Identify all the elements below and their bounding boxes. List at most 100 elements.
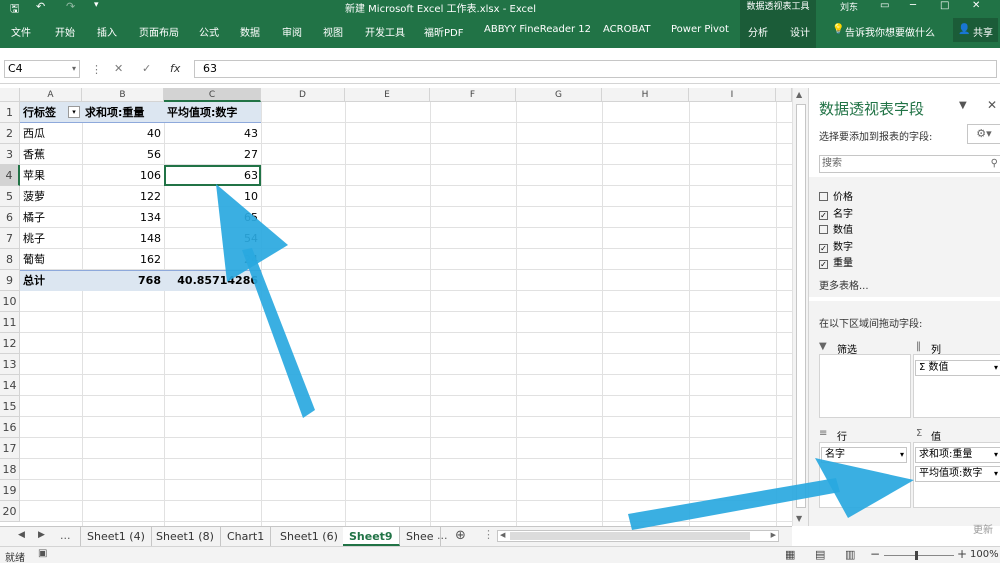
more-tables-link[interactable]: 更多表格... [819,277,869,292]
row-header[interactable]: 20 [0,501,20,522]
zoom-level[interactable]: 100% [970,549,999,560]
filter-drop-area[interactable] [819,354,911,418]
field-search-input[interactable]: 搜索 ⚲ [819,155,1000,173]
formula-input[interactable]: 63 [194,60,997,78]
pivot-row-label[interactable]: 葡萄 [23,249,81,270]
scroll-up-icon[interactable]: ▲ [796,90,802,99]
column-header-b[interactable]: B [82,88,164,102]
row-header[interactable]: 9 [0,270,20,291]
gear-icon[interactable]: ⚙▾ [967,124,1000,144]
checkbox-unchecked-icon[interactable] [819,225,828,234]
tab-design[interactable]: 设计 [790,24,810,39]
user-name[interactable]: 刘东 [840,0,858,13]
row-header[interactable]: 12 [0,333,20,354]
chevron-down-icon[interactable]: ▾ [900,448,904,462]
row-header[interactable]: 6 [0,207,20,228]
tab-developer[interactable]: 开发工具 [365,24,405,39]
field-item-price[interactable]: 价格 [819,188,853,203]
pivot-weight-cell[interactable]: 148 [82,228,164,249]
tab-insert[interactable]: 插入 [97,24,117,39]
pivot-row-labels-header[interactable]: 行标签 [23,102,71,123]
chevron-down-icon[interactable]: ▾ [994,361,998,375]
zoom-slider[interactable] [884,555,954,556]
row-header[interactable]: 13 [0,354,20,375]
checkbox-unchecked-icon[interactable] [819,192,828,201]
column-header-i[interactable]: I [689,88,776,102]
pivot-avg-number-header[interactable]: 平均值项:数字 [167,102,261,123]
ribbon-options-icon[interactable]: ▭ [880,0,889,11]
horizontal-scroll-thumb[interactable] [510,532,750,540]
zoom-in-icon[interactable]: + [957,547,967,561]
tab-data[interactable]: 数据 [240,24,260,39]
maximize-icon[interactable]: □ [940,0,949,11]
normal-view-icon[interactable]: ▦ [785,548,795,561]
more-sheets-left[interactable]: ... [60,529,71,542]
pane-close-icon[interactable]: ✕ [987,98,997,112]
horizontal-scrollbar[interactable]: ◀ ▶ [497,530,779,542]
row-header[interactable]: 18 [0,459,20,480]
pivot-avg-cell[interactable]: 43 [164,123,261,144]
zoom-slider-thumb[interactable] [915,551,918,560]
pivot-total-weight[interactable]: 768 [82,270,164,291]
tab-formulas[interactable]: 公式 [199,24,219,39]
cancel-icon[interactable]: ✕ [114,62,123,75]
checkbox-checked-icon[interactable]: ✓ [819,211,828,220]
pivot-weight-cell[interactable]: 40 [82,123,164,144]
pivot-avg-cell[interactable]: 54 [164,228,261,249]
sheet-tab-active[interactable]: Sheet9 [343,527,400,546]
pivot-avg-cell[interactable]: 24 [164,249,261,270]
scroll-sheets-right-icon[interactable]: ▶ [38,530,45,540]
tab-analyze[interactable]: 分析 [748,24,768,39]
sheet-tab[interactable]: Sheet1 (4) [80,527,152,546]
tab-abbyy[interactable]: ABBYY FineReader 12 [484,24,591,35]
vertical-scrollbar[interactable]: ▲ ▼ [792,88,808,526]
field-item-value[interactable]: 数值 [819,221,853,236]
tab-view[interactable]: 视图 [323,24,343,39]
scroll-thumb[interactable] [796,104,806,508]
column-header-c[interactable]: C [164,88,261,102]
filter-dropdown-icon[interactable]: ▾ [68,106,80,118]
redo-icon[interactable]: ↷ [66,0,75,13]
more-sheets-right[interactable]: ... [437,529,448,542]
close-icon[interactable]: ✕ [972,0,980,11]
field-item-number[interactable]: ✓ 数字 [819,238,853,253]
page-layout-view-icon[interactable]: ▤ [815,548,825,561]
pivot-weight-cell[interactable]: 162 [82,249,164,270]
select-all-corner[interactable] [0,88,20,102]
column-header-d[interactable]: D [261,88,345,102]
tab-page-layout[interactable]: 页面布局 [139,24,179,39]
chevron-down-icon[interactable]: ▾ [994,467,998,481]
pivot-sum-weight-header[interactable]: 求和项:重量 [85,102,164,123]
page-break-view-icon[interactable]: ▥ [845,548,855,561]
scroll-down-icon[interactable]: ▼ [796,514,802,523]
values-field-chip[interactable]: 平均值项:数字 ▾ [915,466,1000,482]
chevron-down-icon[interactable]: ▾ [72,61,76,77]
tab-home[interactable]: 开始 [55,24,75,39]
minimize-icon[interactable]: ─ [910,0,916,11]
undo-icon[interactable]: ↶ [36,0,45,13]
macro-record-icon[interactable]: ▣ [38,548,47,559]
row-header[interactable]: 4 [0,165,20,186]
pivot-avg-cell[interactable]: 65 [164,207,261,228]
row-header[interactable]: 3 [0,144,20,165]
column-header-j[interactable] [776,88,792,102]
column-header-g[interactable]: G [516,88,602,102]
pivot-row-label[interactable]: 菠萝 [23,186,81,207]
checkbox-checked-icon[interactable]: ✓ [819,260,828,269]
pivot-row-label[interactable]: 香蕉 [23,144,81,165]
row-header[interactable]: 19 [0,480,20,501]
pivot-row-label[interactable]: 苹果 [23,165,81,186]
scroll-left-icon[interactable]: ◀ [500,531,505,539]
row-header[interactable]: 5 [0,186,20,207]
row-header[interactable]: 17 [0,438,20,459]
tab-review[interactable]: 审阅 [282,24,302,39]
pivot-weight-cell[interactable]: 106 [82,165,164,186]
pivot-row-label[interactable]: 桃子 [23,228,81,249]
column-header-e[interactable]: E [345,88,430,102]
zoom-out-icon[interactable]: − [870,547,880,561]
row-header[interactable]: 14 [0,375,20,396]
sheet-tab[interactable]: Sheet1 (6) [274,527,345,546]
search-icon[interactable]: ⚲ [991,156,998,172]
pivot-total-label[interactable]: 总计 [23,270,81,291]
checkbox-checked-icon[interactable]: ✓ [819,244,828,253]
